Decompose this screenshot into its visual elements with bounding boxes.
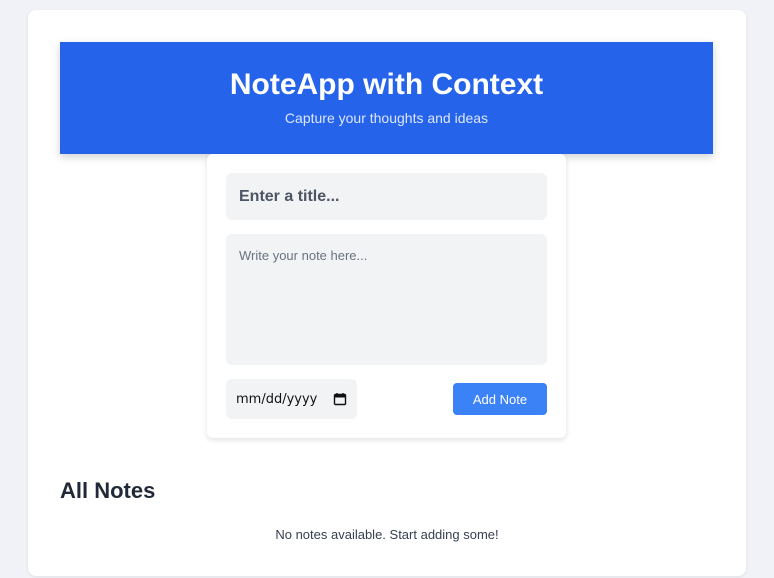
title-input[interactable] [226,173,547,220]
calendar-icon[interactable] [333,392,347,406]
date-input[interactable]: mm/dd/yyyy [226,379,357,419]
app-subtitle: Capture your thoughts and ideas [284,110,489,126]
add-note-button[interactable]: Add Note [453,383,547,415]
notes-heading: All Notes [60,478,156,503]
main-card: NoteApp with Context Capture your though… [28,10,746,576]
empty-notes-message: No notes available. Start adding some! [275,527,499,542]
note-textarea[interactable] [226,234,547,365]
date-placeholder: mm/dd/yyyy [236,391,318,407]
app-header: NoteApp with Context Capture your though… [60,42,713,154]
app-title: NoteApp with Context [229,68,544,101]
note-form: mm/dd/yyyy Add Note [207,154,566,438]
